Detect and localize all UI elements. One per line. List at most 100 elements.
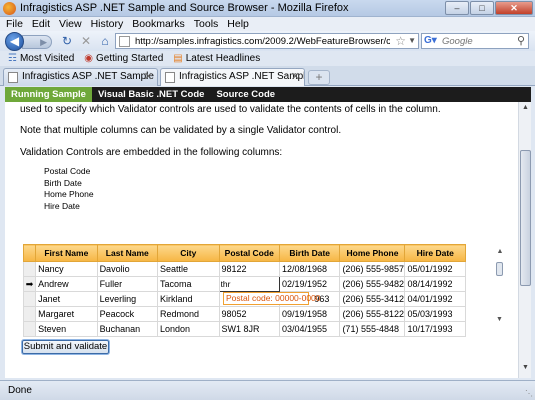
grid-cell[interactable]: 05/03/1993 xyxy=(404,306,466,322)
url-dropdown-icon[interactable]: ▼ xyxy=(408,36,416,45)
scroll-down-icon[interactable]: ▼ xyxy=(496,316,503,323)
scroll-down-icon[interactable]: ▼ xyxy=(520,364,531,376)
scroll-up-icon[interactable]: ▲ xyxy=(520,104,531,116)
bookmark-getting-started[interactable]: ◉ Getting Started xyxy=(84,53,163,64)
table-row[interactable]: Nancy Davolio Seattle 98122 12/08/1968 (… xyxy=(22,261,466,277)
bookmark-star-icon[interactable]: ☆ xyxy=(395,34,406,48)
grid-cell[interactable]: Nancy xyxy=(35,261,98,277)
back-button[interactable]: ◀ xyxy=(5,32,24,51)
column-header[interactable]: Home Phone xyxy=(339,244,406,262)
tab-visual-basic-code[interactable]: Visual Basic .NET Code xyxy=(92,87,210,102)
tab-running-sample[interactable]: Running Sample xyxy=(5,87,92,102)
bookmark-latest-headlines[interactable]: ▤ Latest Headlines xyxy=(173,53,260,64)
menu-view[interactable]: View xyxy=(59,17,82,31)
tab-close-icon[interactable]: ✕ xyxy=(144,69,153,85)
grid-cell[interactable]: Seattle xyxy=(157,261,220,277)
menu-edit[interactable]: Edit xyxy=(32,17,50,31)
postal-code-edit-cell[interactable] xyxy=(218,276,280,292)
grid-cell[interactable]: Steven xyxy=(35,321,98,337)
active-row-arrow-icon[interactable]: ➡ xyxy=(22,276,37,292)
menu-bookmarks[interactable]: Bookmarks xyxy=(132,17,185,31)
column-header[interactable]: Last Name xyxy=(96,244,159,262)
grid-scrollbar[interactable]: ▲ ▼ xyxy=(495,248,505,326)
tab-source-code[interactable]: Source Code xyxy=(210,87,281,102)
google-icon[interactable]: G▾ xyxy=(424,35,438,47)
search-bar[interactable]: G▾ ⚲ xyxy=(421,33,529,49)
grid-cell[interactable]: SW1 8JR xyxy=(218,321,280,337)
grid-cell[interactable]: Davolio xyxy=(96,261,159,277)
grid-cell[interactable]: 10/17/1993 xyxy=(404,321,466,337)
minimize-button[interactable]: – xyxy=(445,1,469,15)
table-row[interactable]: Margaret Peacock Redmond 98052 09/19/195… xyxy=(22,306,466,322)
column-header[interactable]: City xyxy=(157,244,220,262)
column-header[interactable]: First Name xyxy=(35,244,98,262)
grid-cell[interactable]: Peacock xyxy=(96,306,159,322)
table-row[interactable]: ➡ Andrew Fuller Tacoma 02/19/1952 (206) … xyxy=(22,276,466,292)
bookmark-most-visited[interactable]: ☶ Most Visited xyxy=(8,53,74,64)
grid-cell[interactable]: Redmond xyxy=(157,306,220,322)
search-input[interactable] xyxy=(442,35,512,47)
grid-cell[interactable]: 98122 xyxy=(218,261,280,277)
close-window-button[interactable]: ✕ xyxy=(495,1,533,15)
address-bar[interactable]: http://samples.infragistics.com/2009.2/W… xyxy=(115,33,419,49)
tab-page-icon xyxy=(8,72,18,83)
page-scrollbar[interactable]: ▲ ▼ xyxy=(518,102,531,378)
search-icon[interactable]: ⚲ xyxy=(517,34,525,47)
column-header[interactable]: Hire Date xyxy=(404,244,466,262)
grid-scroll-thumb[interactable] xyxy=(496,262,503,276)
grid-cell[interactable]: (206) 555-9857 xyxy=(339,261,406,277)
row-selector[interactable] xyxy=(22,321,37,337)
grid-cell[interactable]: Leverling xyxy=(96,291,159,307)
grid-cell[interactable]: London xyxy=(157,321,220,337)
page-scroll-thumb[interactable] xyxy=(520,150,531,286)
grid-cell[interactable]: Kirkland xyxy=(157,291,220,307)
maximize-button[interactable]: □ xyxy=(470,1,494,15)
tab-close-icon[interactable]: ✕ xyxy=(291,69,300,85)
column-header[interactable]: Birth Date xyxy=(278,244,341,262)
row-selector[interactable] xyxy=(22,291,37,307)
getting-started-icon: ◉ xyxy=(84,53,93,64)
browser-tab-1[interactable]: Infragistics ASP .NET Sample Brow... ✕ xyxy=(3,68,158,86)
resize-grip-icon[interactable]: ⋱ xyxy=(525,389,533,398)
stop-icon[interactable]: ✕ xyxy=(79,34,93,48)
url-text[interactable]: http://samples.infragistics.com/2009.2/W… xyxy=(135,36,390,47)
scroll-up-icon[interactable]: ▲ xyxy=(495,248,505,255)
reload-icon[interactable]: ↻ xyxy=(60,34,74,48)
status-text: Done xyxy=(8,385,32,396)
grid-cell[interactable]: 04/01/1992 xyxy=(404,291,466,307)
grid-cell[interactable]: Andrew xyxy=(35,276,98,292)
grid-cell[interactable]: 05/01/1992 xyxy=(404,261,466,277)
grid-cell[interactable]: 03/04/1955 xyxy=(278,321,341,337)
grid-cell[interactable]: 12/08/1968 xyxy=(278,261,341,277)
browser-tab-2[interactable]: Infragistics ASP .NET Sample and ... ✕ xyxy=(160,68,305,86)
submit-and-validate-button[interactable]: Submit and validate xyxy=(22,340,109,354)
grid-cell[interactable]: 98052 xyxy=(218,306,280,322)
grid-cell[interactable]: (206) 555-9482 xyxy=(339,276,406,292)
grid-cell[interactable]: Buchanan xyxy=(96,321,159,337)
grid-cell[interactable]: (71) 555-4848 xyxy=(339,321,406,337)
most-visited-icon: ☶ xyxy=(8,53,17,64)
page-favicon-icon xyxy=(119,36,130,47)
grid-cell[interactable]: Tacoma xyxy=(157,276,220,292)
menu-tools[interactable]: Tools xyxy=(194,17,219,31)
table-row[interactable]: Steven Buchanan London SW1 8JR 03/04/195… xyxy=(22,321,466,337)
home-icon[interactable]: ⌂ xyxy=(98,34,112,48)
window-title-bar: Infragistics ASP .NET Sample and Source … xyxy=(0,0,535,17)
postal-code-input[interactable] xyxy=(220,278,277,290)
forward-button[interactable]: ▶ xyxy=(22,35,52,49)
grid-cell[interactable]: 08/14/1992 xyxy=(404,276,466,292)
row-selector[interactable] xyxy=(22,261,37,277)
menu-file[interactable]: File xyxy=(6,17,23,31)
column-header[interactable]: Postal Code xyxy=(218,244,280,262)
grid-cell[interactable]: Janet xyxy=(35,291,98,307)
grid-cell[interactable]: 02/19/1952 xyxy=(278,276,341,292)
grid-cell[interactable]: Fuller xyxy=(96,276,159,292)
grid-cell[interactable]: 09/19/1958 xyxy=(278,306,341,322)
menu-help[interactable]: Help xyxy=(227,17,249,31)
new-tab-button[interactable]: + xyxy=(308,70,330,85)
row-selector[interactable] xyxy=(22,306,37,322)
menu-history[interactable]: History xyxy=(91,17,124,31)
grid-cell[interactable]: (206) 555-3412 xyxy=(339,291,406,307)
grid-cell[interactable]: (206) 555-8122 xyxy=(339,306,406,322)
grid-cell[interactable]: Margaret xyxy=(35,306,98,322)
